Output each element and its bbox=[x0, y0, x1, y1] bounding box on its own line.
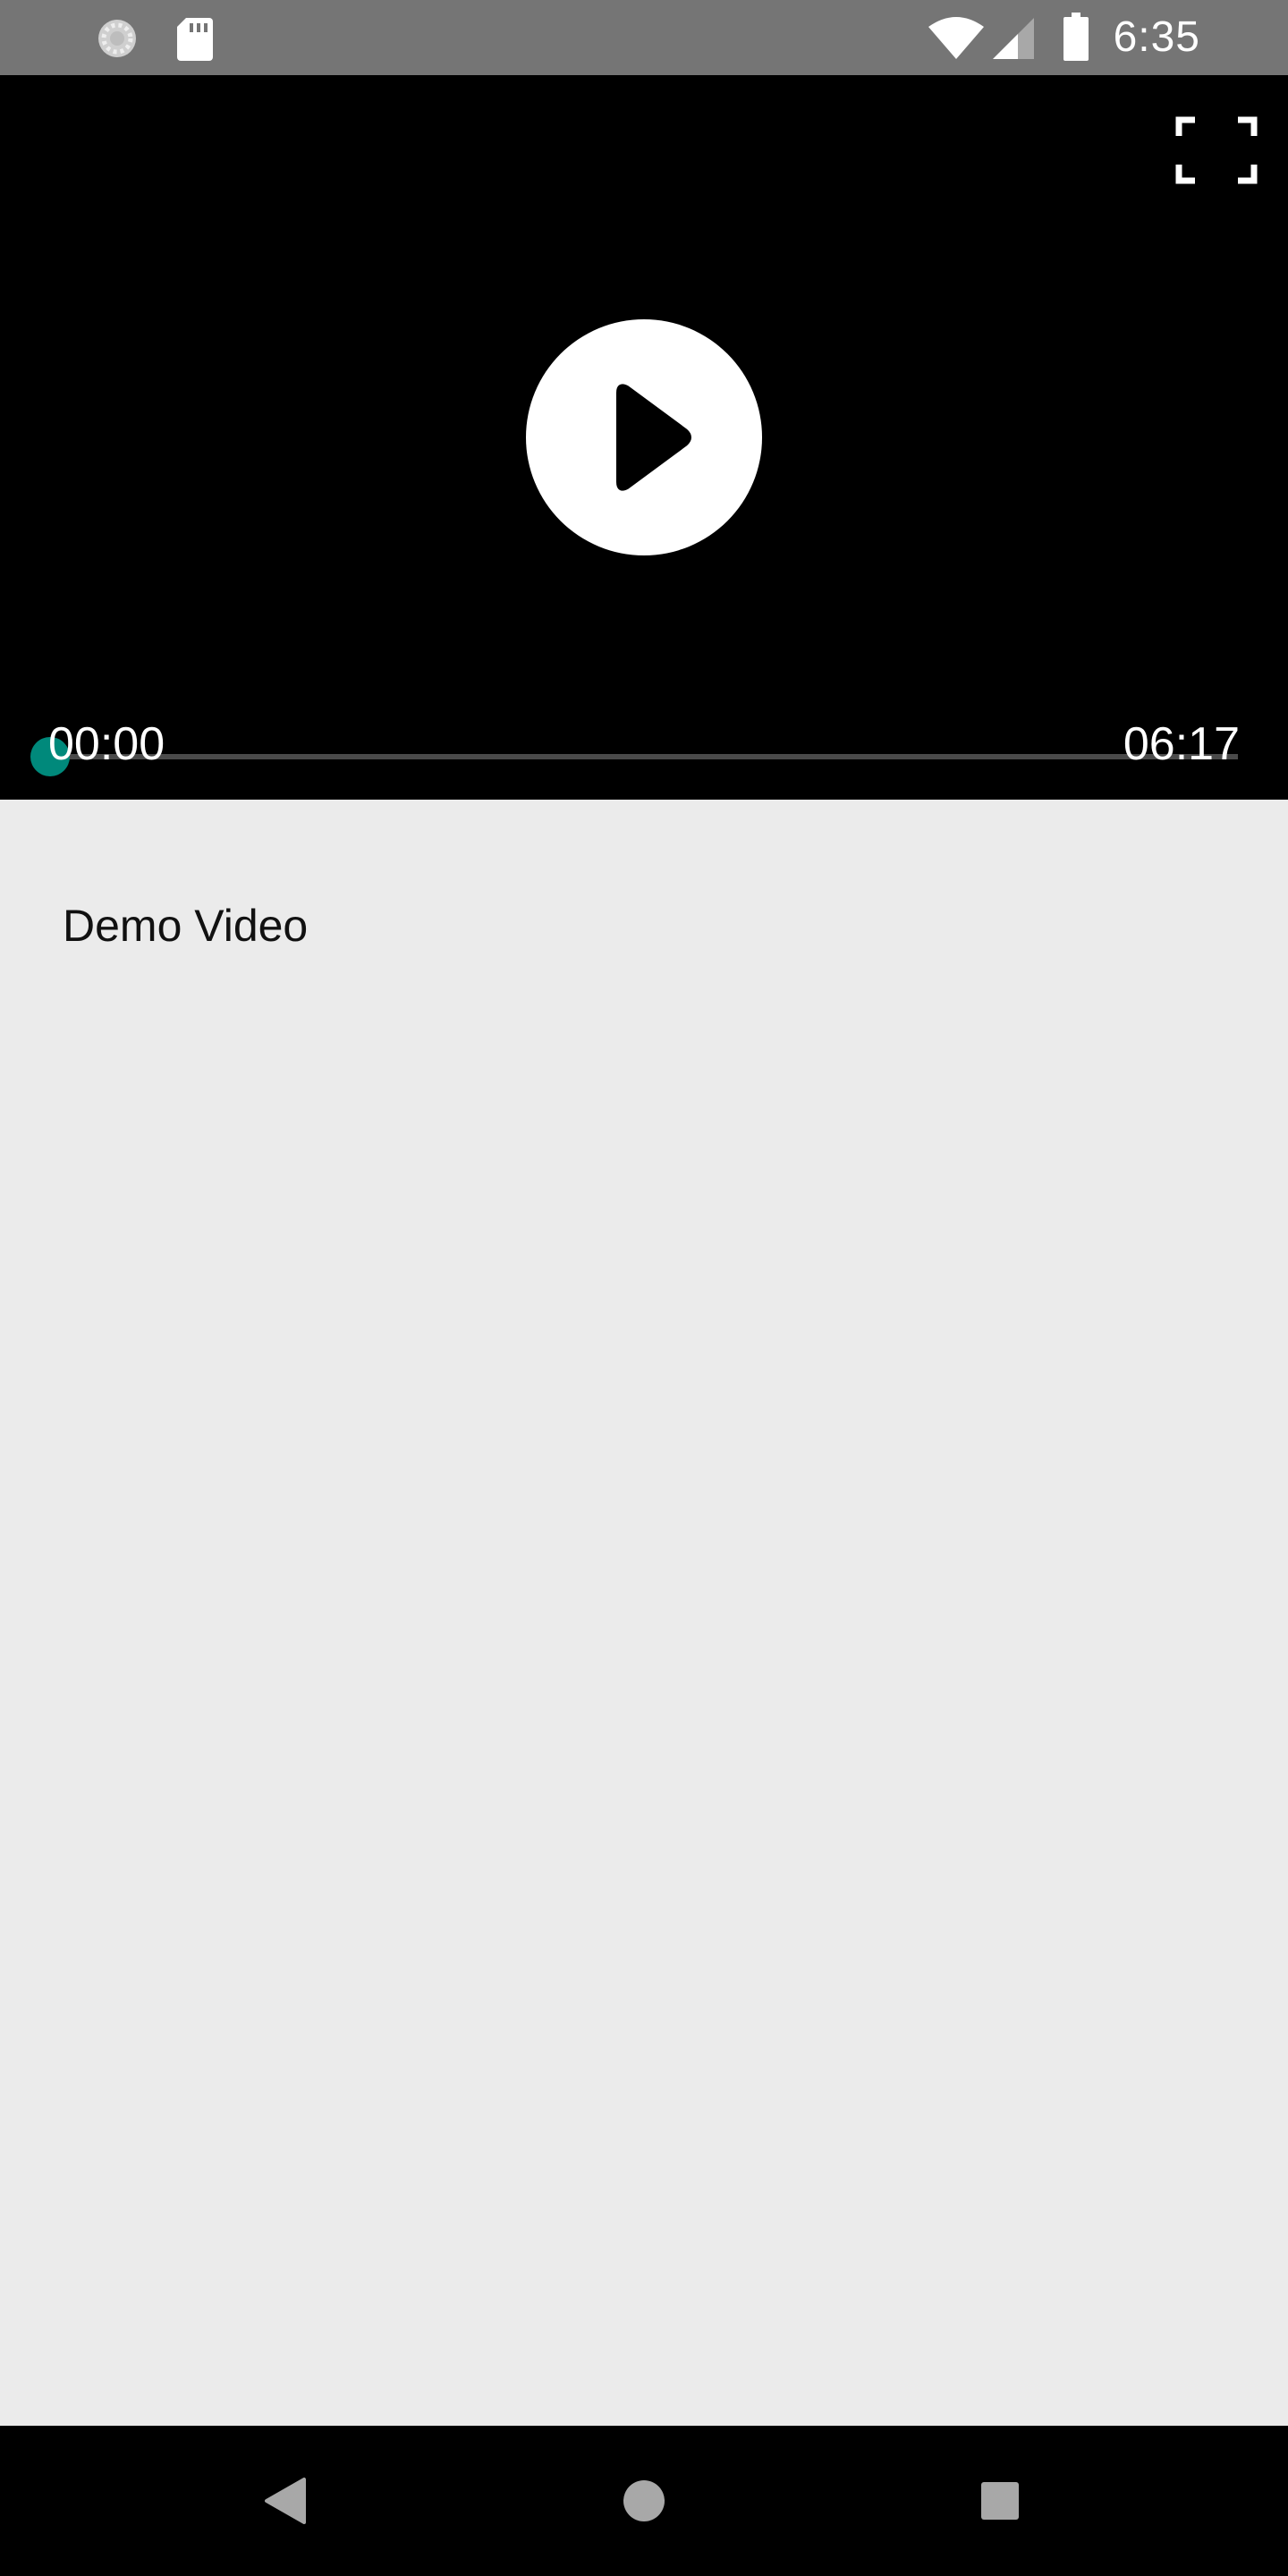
home-button[interactable] bbox=[599, 2456, 689, 2546]
current-time: 00:00 bbox=[48, 718, 165, 770]
back-icon bbox=[242, 2456, 331, 2546]
video-player[interactable]: 00:00 06:17 bbox=[0, 75, 1288, 800]
screen: 6:35 00:00 06:17 Demo Video bbox=[0, 0, 1288, 2576]
play-button[interactable] bbox=[526, 319, 762, 555]
fullscreen-button[interactable] bbox=[1175, 116, 1258, 184]
recents-button[interactable] bbox=[955, 2456, 1045, 2546]
fullscreen-icon bbox=[1175, 116, 1258, 184]
recents-icon bbox=[955, 2456, 1045, 2546]
status-bar: 6:35 bbox=[0, 0, 1288, 75]
battery-icon bbox=[1063, 13, 1089, 61]
wifi-icon bbox=[927, 16, 986, 61]
status-time: 6:35 bbox=[1113, 13, 1200, 61]
back-button[interactable] bbox=[242, 2456, 331, 2546]
loading-icon bbox=[95, 16, 140, 61]
seek-track bbox=[50, 754, 1238, 759]
navigation-bar bbox=[0, 2426, 1288, 2576]
total-duration: 06:17 bbox=[1123, 718, 1240, 770]
home-icon bbox=[599, 2456, 689, 2546]
sd-card-icon bbox=[175, 16, 215, 61]
video-title: Demo Video bbox=[63, 901, 309, 951]
cell-signal-icon bbox=[991, 16, 1036, 61]
seek-bar[interactable] bbox=[27, 730, 1243, 784]
